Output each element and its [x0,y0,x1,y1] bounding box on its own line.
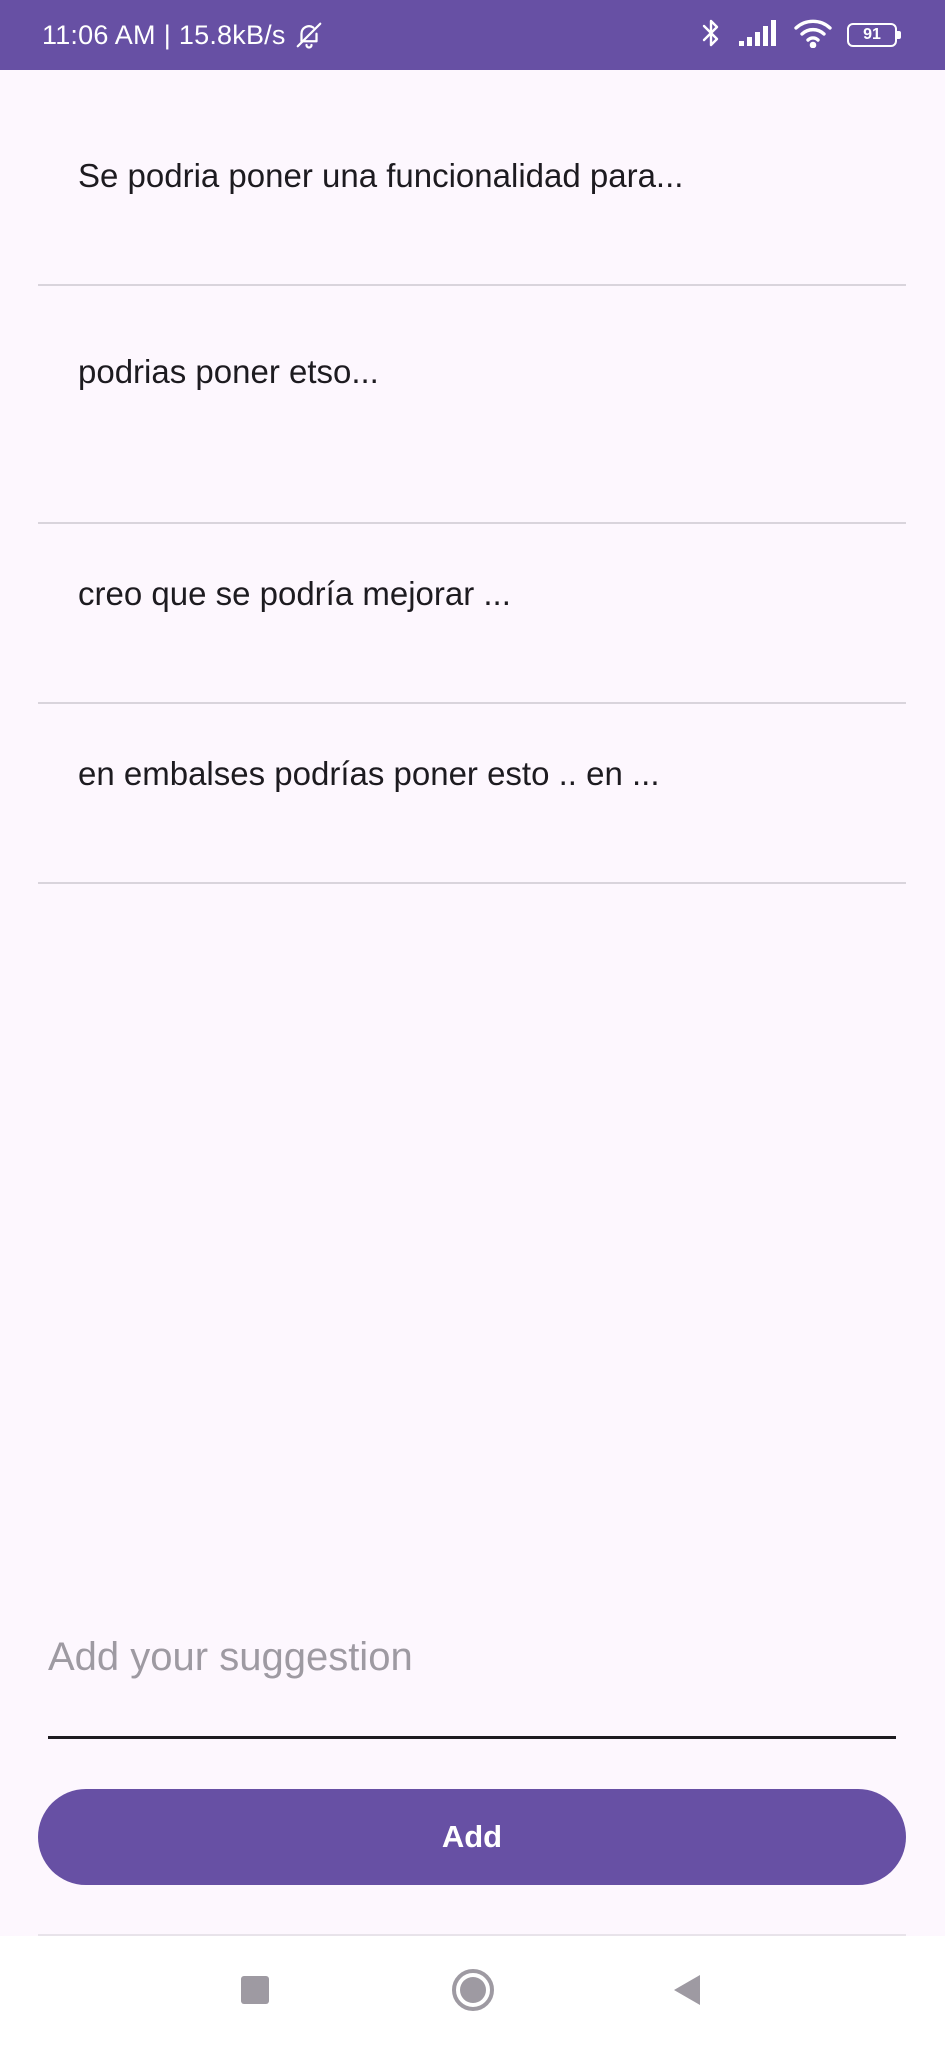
status-net-speed: 15.8kB/s [178,19,286,50]
wifi-icon [793,18,833,53]
suggestion-text: podrias poner etso... [78,353,379,390]
back-button[interactable] [657,1962,717,2022]
battery-icon: 91 [847,23,901,47]
list-item[interactable]: podrias poner etso... [38,286,906,524]
suggestion-text: Se podria poner una funcionalidad para..… [78,157,684,194]
suggestion-input-container [48,1615,896,1739]
home-icon [451,1968,495,2017]
bluetooth-icon [699,17,723,54]
suggestion-input[interactable] [48,1615,896,1699]
add-button[interactable]: Add [38,1789,906,1885]
status-left: 11:06 AM | 15.8kB/s [42,0,324,70]
recents-button[interactable] [225,1962,285,2022]
list-item[interactable]: creo que se podría mejorar ... [38,524,906,704]
bell-off-icon [294,20,324,50]
suggestion-list: Se podria poner una funcionalidad para..… [38,70,906,884]
add-button-label: Add [441,1819,503,1854]
signal-icon [737,19,779,52]
home-button[interactable] [443,1962,503,2022]
list-item[interactable]: Se podria poner una funcionalidad para..… [38,70,906,286]
back-icon [671,1973,703,2012]
system-nav-bar [0,1936,945,2048]
recents-icon [240,1975,270,2010]
suggestion-text: en embalses podrías poner esto .. en ... [78,755,660,792]
status-bar: 11:06 AM | 15.8kB/s 91 [0,0,945,70]
status-separator: | [163,19,171,50]
status-time: 11:06 AM [42,19,156,50]
list-item[interactable]: en embalses podrías poner esto .. en ... [38,704,906,884]
battery-level: 91 [863,26,881,43]
status-right: 91 [699,0,901,70]
suggestion-text: creo que se podría mejorar ... [78,575,511,612]
